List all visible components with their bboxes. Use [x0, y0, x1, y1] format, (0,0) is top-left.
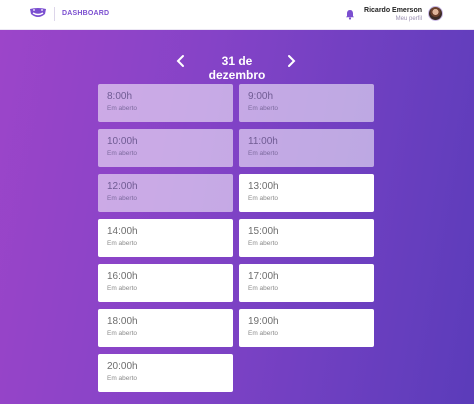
avatar[interactable]	[428, 6, 443, 21]
slot-status: Em aberto	[107, 105, 137, 112]
time-slot[interactable]: 9:00h Em aberto	[239, 84, 374, 122]
slot-status: Em aberto	[107, 240, 137, 247]
slot-time: 17:00h	[248, 271, 279, 282]
schedule-area: 31 de dezembro 8:00h Em aberto 9:00h Em abe…	[0, 30, 474, 404]
time-slot[interactable]: 15:00h Em aberto	[239, 219, 374, 257]
time-slot[interactable]: 11:00h Em aberto	[239, 129, 374, 167]
slot-status: Em aberto	[107, 330, 137, 337]
slot-time: 11:00h	[248, 136, 278, 147]
previous-day-button[interactable]	[174, 53, 188, 69]
chevron-left-icon	[176, 55, 184, 67]
slot-time: 14:00h	[107, 226, 138, 237]
slot-time: 18:00h	[107, 316, 138, 327]
time-slot[interactable]: 17:00h Em aberto	[239, 264, 374, 302]
top-header: DASHBOARD Ricardo Emerson Meu perfil	[0, 0, 474, 30]
slot-status: Em aberto	[107, 375, 137, 382]
time-slot[interactable]: 20:00h Em aberto	[98, 354, 233, 392]
time-slot[interactable]: 12:00h Em aberto	[98, 174, 233, 212]
chevron-right-icon	[288, 55, 296, 67]
time-slot[interactable]: 18:00h Em aberto	[98, 309, 233, 347]
slot-time: 15:00h	[248, 226, 279, 237]
slot-time: 10:00h	[107, 136, 138, 147]
slot-time: 20:00h	[107, 361, 138, 372]
slot-status: Em aberto	[248, 105, 278, 112]
time-slot[interactable]: 10:00h Em aberto	[98, 129, 233, 167]
slot-time: 12:00h	[107, 181, 138, 192]
slot-status: Em aberto	[248, 150, 278, 157]
time-slot[interactable]: 13:00h Em aberto	[239, 174, 374, 212]
date-navigation: 31 de dezembro	[0, 52, 474, 82]
user-name: Ricardo Emerson	[364, 7, 422, 14]
time-slot[interactable]: 19:00h Em aberto	[239, 309, 374, 347]
next-day-button[interactable]	[284, 53, 298, 69]
logo-icon[interactable]	[29, 6, 47, 20]
slot-status: Em aberto	[248, 195, 278, 202]
my-profile-link[interactable]: Meu perfil	[364, 15, 422, 24]
time-slot[interactable]: 8:00h Em aberto	[98, 84, 233, 122]
slot-time: 8:00h	[107, 91, 133, 102]
slot-status: Em aberto	[248, 240, 278, 247]
slot-time: 9:00h	[248, 91, 274, 102]
user-profile: Ricardo Emerson Meu perfil	[364, 6, 422, 24]
slot-status: Em aberto	[107, 195, 137, 202]
slot-status: Em aberto	[107, 285, 137, 292]
header-divider	[54, 7, 55, 21]
selected-date: 31 de dezembro	[208, 54, 266, 82]
slot-status: Em aberto	[248, 330, 278, 337]
time-slot[interactable]: 16:00h Em aberto	[98, 264, 233, 302]
slot-time: 16:00h	[107, 271, 138, 282]
time-slot[interactable]: 14:00h Em aberto	[98, 219, 233, 257]
slot-status: Em aberto	[248, 285, 278, 292]
slot-status: Em aberto	[107, 150, 137, 157]
slot-time: 19:00h	[248, 316, 279, 327]
bell-icon[interactable]	[345, 9, 355, 20]
nav-dashboard-link[interactable]: DASHBOARD	[62, 10, 109, 17]
slot-time: 13:00h	[248, 181, 279, 192]
